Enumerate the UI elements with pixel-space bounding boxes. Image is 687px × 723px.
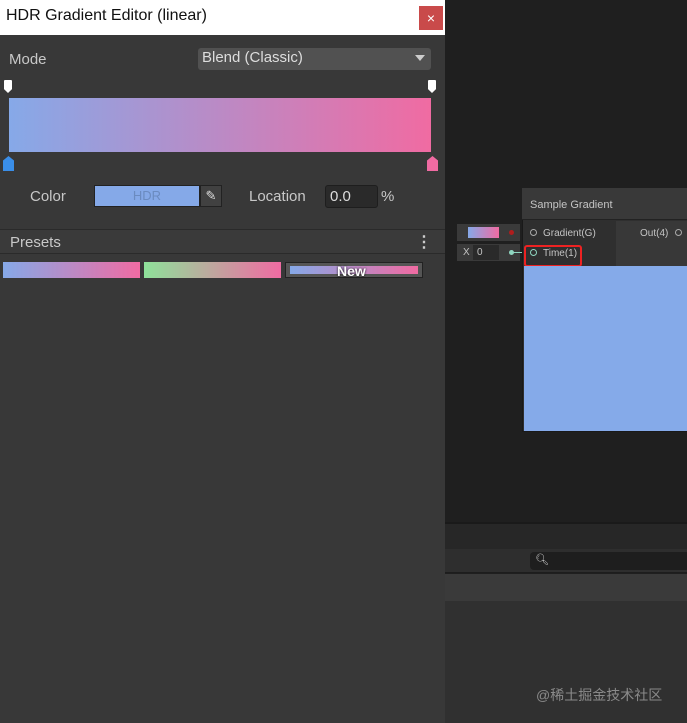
time-input-slot[interactable]: X0 bbox=[457, 244, 520, 261]
close-button[interactable]: × bbox=[419, 6, 443, 30]
presets-header bbox=[0, 229, 445, 254]
bottom-header-row bbox=[445, 574, 687, 601]
search-icon: 🔍︎ bbox=[535, 554, 549, 566]
preset-swatch-2[interactable] bbox=[144, 262, 281, 278]
node-title: Sample Gradient bbox=[530, 199, 613, 211]
gradient-port[interactable] bbox=[530, 229, 537, 236]
mode-value: Blend (Classic) bbox=[202, 49, 303, 66]
gradient-port-label: Gradient(G) bbox=[543, 228, 596, 239]
gradient-input-slot[interactable] bbox=[457, 224, 520, 241]
eyedropper-icon[interactable]: ✎ bbox=[200, 185, 222, 207]
new-preset-label: New bbox=[337, 263, 366, 279]
more-menu-icon[interactable]: ⋮ bbox=[416, 232, 432, 252]
window-title: HDR Gradient Editor (linear) bbox=[6, 7, 207, 24]
out-port[interactable] bbox=[675, 229, 682, 236]
color-field[interactable]: HDR bbox=[94, 185, 200, 207]
out-port-label: Out(4) bbox=[640, 228, 669, 239]
color-label: Color bbox=[30, 188, 66, 205]
search-input[interactable]: 🔍︎ bbox=[530, 552, 687, 570]
mode-dropdown[interactable]: Blend (Classic) bbox=[198, 48, 431, 70]
x-value-input[interactable]: 0 bbox=[473, 245, 499, 260]
x-label: X bbox=[463, 247, 470, 258]
bottom-panel-tabs bbox=[445, 522, 687, 549]
gradient-preview bbox=[9, 98, 431, 152]
percent-label: % bbox=[381, 188, 395, 205]
highlight-box bbox=[524, 245, 582, 267]
chevron-down-icon bbox=[415, 55, 425, 61]
location-label: Location bbox=[249, 188, 306, 205]
location-input[interactable]: 0.0 bbox=[325, 185, 378, 208]
node-header: Sample Gradient bbox=[522, 188, 687, 220]
mode-label: Mode bbox=[9, 51, 47, 68]
node-preview bbox=[524, 266, 687, 431]
presets-label: Presets bbox=[10, 234, 61, 251]
preset-swatch-1[interactable] bbox=[3, 262, 140, 278]
watermark: @稀土掘金技术社区 bbox=[536, 687, 663, 703]
